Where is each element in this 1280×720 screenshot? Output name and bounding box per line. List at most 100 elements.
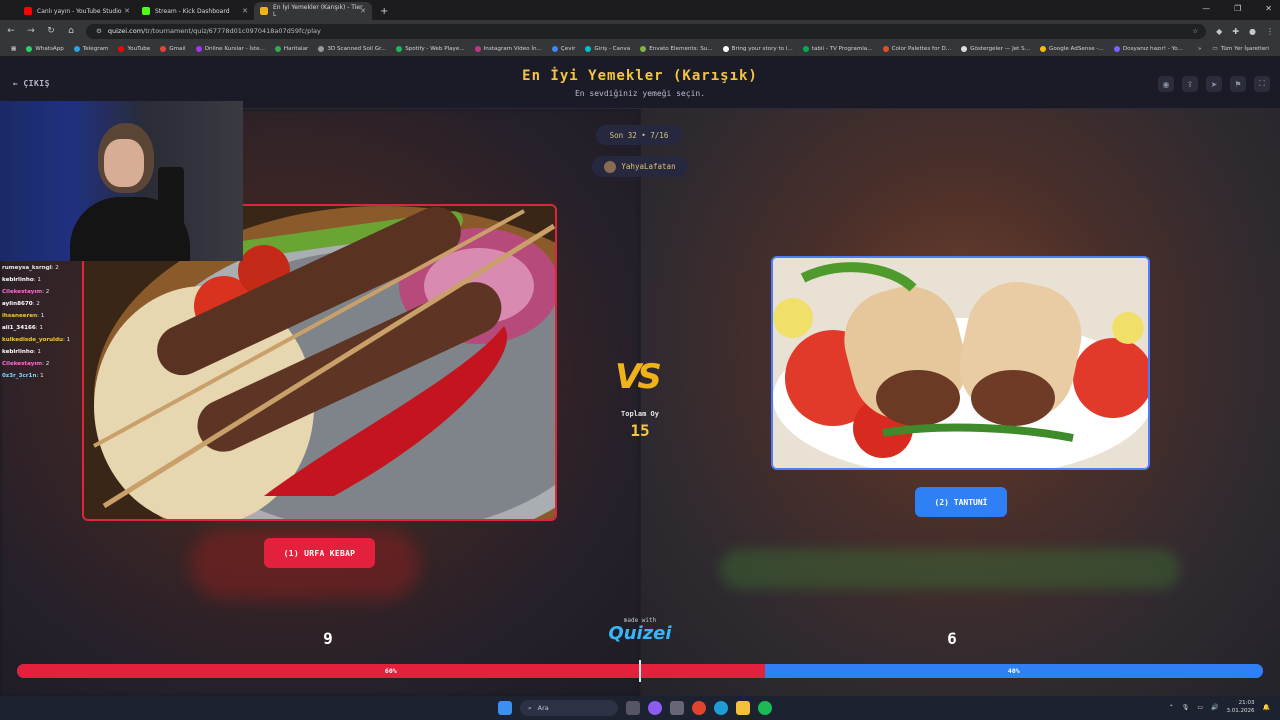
settings-icon[interactable] xyxy=(670,701,684,715)
bookmark-icon xyxy=(961,46,968,52)
fullscreen-icon[interactable]: ⛶ xyxy=(1254,76,1270,92)
avatar xyxy=(604,160,617,173)
maximize-icon[interactable]: ❐ xyxy=(1234,4,1241,13)
bookmark-label: Google AdSense -... xyxy=(1049,46,1104,52)
chat-message: Cilekestayım: 2 xyxy=(2,358,86,370)
chat-text: : 2 xyxy=(51,265,59,271)
left-progress-segment: 60% xyxy=(17,664,765,678)
round-indicator: Son 32 • 7/16 xyxy=(596,125,682,145)
tantuni-image xyxy=(773,258,1148,468)
bookmark[interactable]: WhatsApp xyxy=(21,46,69,52)
bookmark[interactable]: Dosyanız hazır! - Yo... xyxy=(1109,46,1188,52)
bookmark[interactable]: Color Palettes for D... xyxy=(878,46,957,52)
star-icon[interactable]: ☆ xyxy=(1192,27,1198,35)
bookmark[interactable]: Instagram Video İn... xyxy=(470,46,547,52)
bookmark[interactable]: Giriş - Canva xyxy=(580,46,635,52)
url-bar[interactable]: ⚙ quizei.com/tr/tournament/quiz/67778d01… xyxy=(86,23,1207,39)
close-tab-icon[interactable]: ✕ xyxy=(124,7,130,15)
bookmark[interactable]: Telegram xyxy=(69,46,114,52)
file-explorer-icon[interactable] xyxy=(736,701,750,715)
bookmark-icon xyxy=(274,46,281,52)
notification-icon[interactable]: 🔔 xyxy=(1263,704,1270,711)
chat-message: ali1_34166: 1 xyxy=(2,322,86,334)
creator-badge[interactable]: YahyaLafatan xyxy=(592,156,688,177)
chat-message: ihsaneeren: 1 xyxy=(2,310,86,322)
bookmark-icon xyxy=(474,46,481,52)
extension-icon[interactable]: ◆ xyxy=(1216,27,1222,36)
bookmark[interactable]: Gmail xyxy=(155,46,190,52)
bookmark[interactable]: Göstergeler — Jet S... xyxy=(956,46,1035,52)
bookmark[interactable]: Çevir xyxy=(547,46,581,52)
bookmark[interactable]: 3D Scanned Soil Gr... xyxy=(313,46,391,52)
close-tab-icon[interactable]: ✕ xyxy=(242,7,248,15)
flag-icon[interactable]: ⚑ xyxy=(1230,76,1246,92)
extensions-puzzle-icon[interactable]: ✚ xyxy=(1232,27,1239,36)
vote-button-right[interactable]: (2) TANTUNİ xyxy=(915,487,1007,517)
taskbar-search[interactable]: ⌕ Ara xyxy=(520,700,618,716)
minimize-icon[interactable]: — xyxy=(1202,4,1210,13)
profile-icon[interactable]: ● xyxy=(1249,27,1256,36)
url-path: /tr/tournament/quiz/67778d01c0970418a07d… xyxy=(143,27,321,35)
bookmark[interactable]: Envato Elements: Su... xyxy=(635,46,717,52)
bookmark-icon xyxy=(585,46,592,52)
quizei-logo[interactable]: Quizei xyxy=(600,623,680,644)
chrome-icon[interactable] xyxy=(692,701,706,715)
all-bookmarks-label: Tüm Yer İşaretleri xyxy=(1220,46,1269,52)
close-tab-icon[interactable]: ✕ xyxy=(360,7,366,15)
chat-message: kebirlinho: 1 xyxy=(2,274,86,286)
spotify-icon[interactable] xyxy=(758,701,772,715)
reload-icon[interactable]: ↻ xyxy=(46,26,56,36)
page-title: En İyi Yemekler (Karışık) xyxy=(522,68,758,84)
quizei-icon xyxy=(260,7,268,15)
window-controls: — ❐ ✕ xyxy=(1202,4,1272,13)
bookmark[interactable]: Spotify - Web Playe... xyxy=(391,46,469,52)
vote-button-left[interactable]: (1) URFA KEBAP xyxy=(264,538,375,568)
bookmark-icon xyxy=(26,46,33,52)
copilot-icon[interactable] xyxy=(648,701,662,715)
bookmark[interactable]: Google AdSense -... xyxy=(1035,46,1109,52)
edge-icon[interactable] xyxy=(714,701,728,715)
browser-tab[interactable]: Stream - Kick Dashboard ✕ xyxy=(136,2,254,20)
network-icon[interactable]: ▭ xyxy=(1197,704,1203,711)
bookmark[interactable]: tabii - TV Programla... xyxy=(798,46,878,52)
start-icon[interactable] xyxy=(498,701,512,715)
forward-icon[interactable]: → xyxy=(26,26,36,36)
eye-icon[interactable]: ◉ xyxy=(1158,76,1174,92)
bookmark-label: Bring your story to l... xyxy=(731,46,793,52)
bookmark-label: YouTube xyxy=(127,46,151,52)
chat-username: ali1_34166 xyxy=(2,325,36,331)
browser-tab-active[interactable]: En İyi Yemekler (Karışık) - Tier L ✕ xyxy=(254,2,372,20)
chat-overlay: rumeysa_ksrngl: 2 kebirlinho: 1 Cilekestay… xyxy=(2,262,86,382)
microphone-icon[interactable]: 🎙 xyxy=(1182,704,1190,711)
bookmark[interactable]: Bring your story to l... xyxy=(718,46,798,52)
close-window-icon[interactable]: ✕ xyxy=(1265,4,1272,13)
tray-chevron-icon[interactable]: ⌃ xyxy=(1169,704,1174,711)
bookmark-icon xyxy=(73,46,80,52)
bookmark-label: Telegram xyxy=(82,46,109,52)
share-icon[interactable]: ⇪ xyxy=(1182,76,1198,92)
bookmark-icon xyxy=(640,46,647,52)
bookmark-icon xyxy=(1040,46,1047,52)
option-card-right[interactable] xyxy=(771,256,1150,470)
all-bookmarks[interactable]: ▭ Tüm Yer İşaretleri xyxy=(1207,46,1274,52)
new-tab-button[interactable]: + xyxy=(380,2,388,20)
webcam-overlay xyxy=(0,101,243,261)
home-icon[interactable]: ⌂ xyxy=(66,26,76,36)
menu-icon[interactable]: ⋮ xyxy=(1266,27,1274,36)
clock[interactable]: 21:03 3.01.2026 xyxy=(1227,699,1255,715)
bookmark[interactable]: YouTube xyxy=(113,46,155,52)
header-tools: ◉ ⇪ ➤ ⚑ ⛶ xyxy=(1158,76,1270,92)
task-view-icon[interactable] xyxy=(626,701,640,715)
bookmark[interactable]: Online Kurslar - İste... xyxy=(191,46,270,52)
send-icon[interactable]: ➤ xyxy=(1206,76,1222,92)
apps-icon[interactable]: ▦ xyxy=(6,46,21,52)
site-info-icon[interactable]: ⚙ xyxy=(96,27,102,35)
bookmark[interactable]: Haritalar xyxy=(270,46,313,52)
more-bookmarks-icon[interactable]: » xyxy=(1198,46,1201,52)
chat-text: : 2 xyxy=(42,361,50,367)
browser-tab[interactable]: Canlı yayın - YouTube Studio ✕ xyxy=(18,2,136,20)
bookmark-icon xyxy=(396,46,403,52)
volume-icon[interactable]: 🔊 xyxy=(1211,704,1218,711)
chat-message: rumeysa_ksrngl: 2 xyxy=(2,262,86,274)
back-icon[interactable]: ← xyxy=(6,26,16,36)
